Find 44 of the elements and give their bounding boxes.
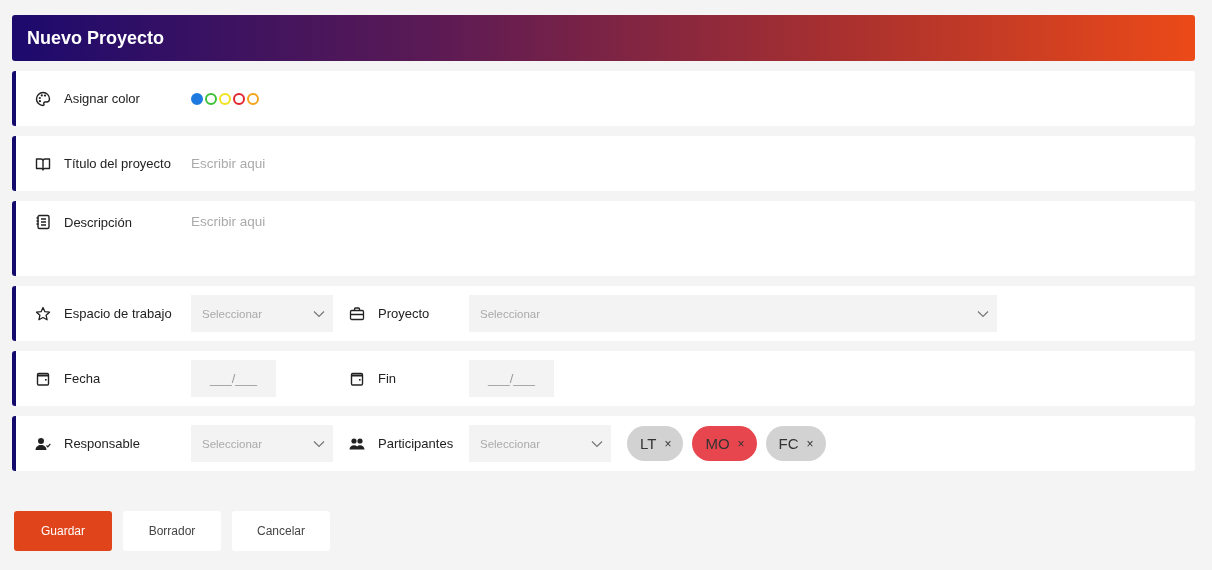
people-icon [349,435,365,452]
field-label: Título del proyecto [64,156,171,171]
page-header: Nuevo Proyecto [12,15,1195,61]
star-icon [35,305,51,322]
action-button[interactable]: Cancelar [232,511,330,551]
select-dropdown[interactable]: Seleccionar [469,425,611,462]
calendar-icon [35,370,51,387]
chevron-down-icon [313,439,325,448]
field-label: Espacio de trabajo [64,306,172,321]
notes-icon [35,214,51,230]
field-label: Asignar color [64,91,140,106]
select-dropdown[interactable]: Seleccionar [191,425,333,462]
field-label: Descripción [64,214,132,230]
book-icon [35,155,51,172]
palette-icon [35,90,51,107]
color-swatch[interactable] [191,92,203,105]
remove-chip-button[interactable]: × [806,436,814,451]
remove-chip-button[interactable]: × [737,436,745,451]
date-field[interactable]: ___/___ [191,360,276,397]
briefcase-icon [349,305,365,322]
participant-chip[interactable]: LT × [627,426,684,461]
save-button[interactable]: Guardar [14,511,112,551]
participant-chip[interactable]: FC × [765,426,826,461]
field-label: Responsable [64,436,140,451]
description-input[interactable]: Escribir aqui [191,214,791,229]
chevron-down-icon [977,309,989,318]
chevron-down-icon [591,439,603,448]
remove-chip-button[interactable]: × [664,436,672,451]
field-label: Participantes [378,436,454,451]
person-check-icon [35,435,51,452]
calendar-icon [349,370,365,387]
select-dropdown[interactable]: Seleccionar [191,295,333,332]
color-swatch[interactable] [233,92,245,105]
color-swatch[interactable] [205,92,217,105]
field-label: Fin [378,371,397,386]
participant-chip[interactable]: MO × [692,426,757,461]
chevron-down-icon [313,309,325,318]
color-swatch[interactable] [247,92,259,105]
field-label: Fecha [64,371,101,386]
select-dropdown[interactable]: Seleccionar [469,295,997,332]
date-field[interactable]: ___/___ [469,360,554,397]
action-button[interactable]: Borrador [123,511,221,551]
field-label: Proyecto [378,306,430,321]
title-input[interactable]: Escribir aqui [191,156,791,171]
